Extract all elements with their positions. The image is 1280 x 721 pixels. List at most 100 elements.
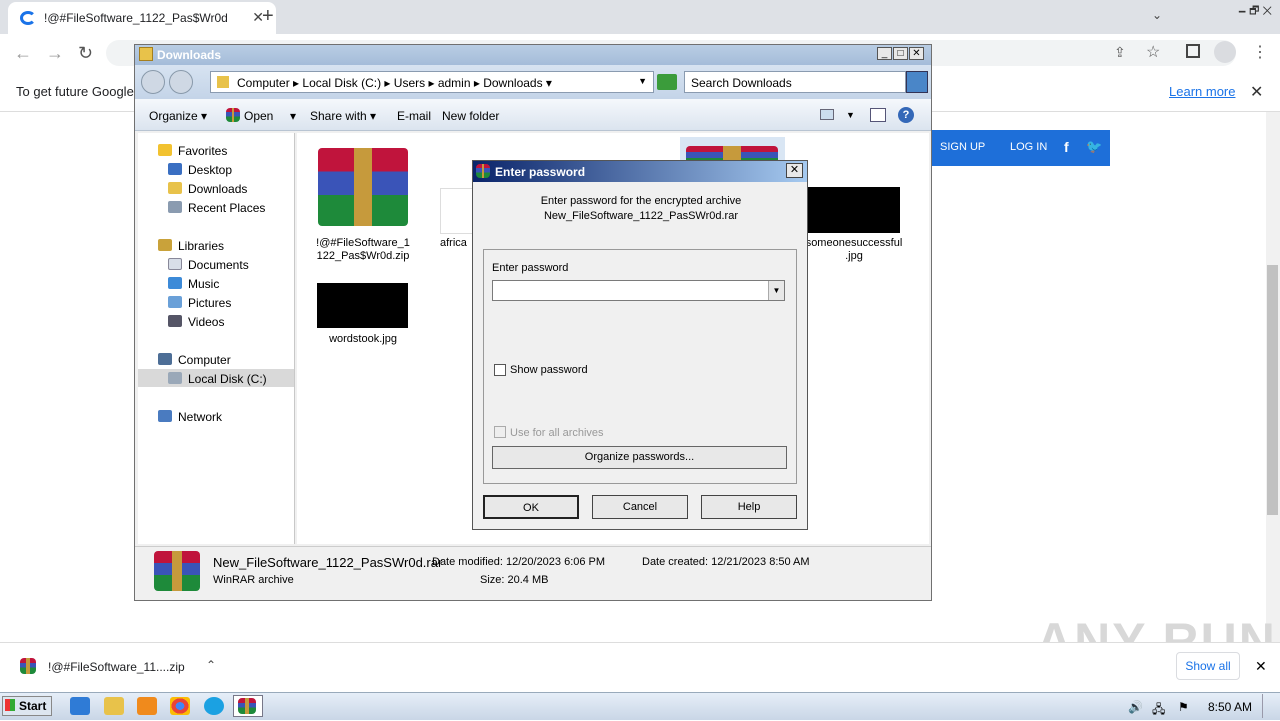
show-all-button[interactable]: Show all [1176,652,1240,680]
organize-menu[interactable]: Organize ▾ [149,109,207,123]
preview-pane-icon[interactable] [870,108,886,122]
twitter-icon[interactable]: 🐦 [1086,139,1102,155]
media-player-icon[interactable] [137,697,157,715]
nav-label: Videos [188,315,225,329]
forward-arrow-icon[interactable]: → [46,43,64,64]
facebook-icon[interactable]: f [1064,139,1069,155]
breadcrumb-item[interactable]: Users [394,76,425,90]
new-folder-button[interactable]: New folder [442,109,499,123]
explorer-search-input[interactable]: Search Downloads [684,71,906,93]
nav-favorites[interactable]: Favorites [158,144,227,158]
browser-tab[interactable]: !@#FileSoftware_1122_Pas$Wr0d ✕ [8,2,276,34]
breadcrumb-item[interactable]: Downloads [483,76,542,90]
winrar-file-icon [154,551,200,591]
show-desktop-button[interactable] [1262,694,1278,718]
tab-search-chevron-icon[interactable]: ⌄ [1152,8,1162,22]
info-bar-close-icon[interactable]: ✕ [1250,82,1263,102]
search-icon[interactable] [906,71,928,93]
file-icon[interactable] [440,188,476,234]
file-label[interactable]: africa [440,237,476,250]
file-label[interactable]: !@#FileSoftware_1 122_Pas$Wr0d.zip [310,237,416,263]
browser-window-controls[interactable]: 🗕 🗗 ✕ [1238,2,1272,21]
nav-label: Libraries [178,239,225,253]
breadcrumb-item[interactable]: admin [438,76,471,90]
download-item-name[interactable]: !@#FileSoftware_11....zip [48,660,185,674]
nav-libraries[interactable]: Libraries [158,239,224,253]
nav-music[interactable]: Music [168,277,219,291]
taskbar-clock[interactable]: 8:50 AM [1208,700,1252,714]
refresh-icon[interactable] [657,74,677,90]
show-password-checkbox[interactable] [494,364,506,376]
download-shelf-close-icon[interactable]: ✕ [1255,658,1267,675]
nav-label: Desktop [188,163,233,177]
help-button[interactable]: Help [701,495,797,519]
taskbar [0,692,1280,720]
dialog-message-line: Enter password for the encrypted archive [540,195,742,207]
chevron-up-icon[interactable]: ⌃ [206,658,216,672]
organize-passwords-button[interactable]: Organize passwords... [492,446,787,469]
log-in-button[interactable]: LOG IN [1010,141,1047,153]
flag-icon[interactable]: ⚑ [1178,700,1189,714]
network-tray-icon[interactable]: 🖧 [1152,700,1165,721]
nav-desktop[interactable]: Desktop [168,163,232,177]
bookmark-star-icon[interactable]: ☆ [1146,42,1160,62]
nav-computer[interactable]: Computer [158,353,231,367]
explorer-address-bar[interactable]: Computer ▸ Local Disk (C:) ▸ Users ▸ adm… [210,71,654,93]
nav-network[interactable]: Network [158,410,222,424]
nav-label: Downloads [188,182,248,196]
image-thumbnail[interactable] [317,283,408,328]
file-label[interactable]: wordstook.jpg [310,333,416,346]
nav-pictures[interactable]: Pictures [168,296,231,310]
forward-button[interactable] [169,70,193,94]
menu-dots-icon[interactable]: ⋮ [1252,42,1268,62]
file-label[interactable]: someonesuccessful .jpg [802,237,906,263]
nav-documents[interactable]: Documents [168,258,249,272]
email-button[interactable]: E-mail [397,109,431,123]
nav-videos[interactable]: Videos [168,315,224,329]
nav-local-disk[interactable]: Local Disk (C:) [168,372,267,386]
learn-more-link[interactable]: Learn more [1169,84,1235,99]
dialog-close-button[interactable]: ✕ [786,163,803,178]
recent-places-icon [168,201,182,213]
edge-icon[interactable] [204,697,224,715]
back-button[interactable] [141,70,165,94]
help-icon[interactable]: ? [898,107,914,123]
view-dropdown-icon[interactable]: ▼ [846,110,855,120]
nav-label: Favorites [178,144,228,158]
back-arrow-icon[interactable]: ← [14,43,32,64]
password-input[interactable] [492,280,785,301]
close-button[interactable]: ✕ [909,47,924,60]
nav-recent-places[interactable]: Recent Places [168,201,265,215]
password-dropdown-icon[interactable]: ▼ [768,281,784,300]
auth-bar: SIGN UP LOG IN f 🐦 [932,130,1110,166]
profile-avatar[interactable] [1214,41,1236,63]
dialog-title-bar[interactable]: Enter password [473,161,807,182]
reload-icon[interactable]: ↻ [78,43,93,64]
internet-explorer-icon[interactable] [70,697,90,715]
view-options-icon[interactable] [820,109,834,120]
nav-label: Documents [188,258,249,272]
open-menu[interactable]: Open ▾ [244,109,296,123]
ok-button[interactable]: OK [483,495,579,519]
breadcrumb-item[interactable]: Local Disk (C:) [302,76,381,90]
breadcrumb-item[interactable]: Computer [237,76,290,90]
address-dropdown-icon[interactable]: ▼ [638,76,647,86]
explorer-title-bar[interactable]: Downloads [135,45,931,65]
chrome-icon[interactable] [170,697,190,715]
maximize-button[interactable]: □ [893,47,908,60]
site-favicon-icon [20,11,36,25]
minimize-button[interactable]: _ [877,47,892,60]
zip-file-icon[interactable] [318,148,408,226]
share-icon[interactable]: ⇪ [1114,44,1126,61]
nav-downloads[interactable]: Downloads [168,182,247,196]
explorer-icon[interactable] [104,697,124,715]
volume-icon[interactable]: 🔊 [1128,700,1143,714]
side-panel-icon[interactable] [1186,44,1200,58]
share-with-menu[interactable]: Share with ▾ [310,109,376,123]
image-thumbnail[interactable] [808,187,900,233]
cancel-button[interactable]: Cancel [592,495,688,519]
star-icon [158,144,172,156]
new-tab-button[interactable]: + [262,5,274,28]
scrollbar-thumb[interactable] [1267,265,1278,515]
sign-up-button[interactable]: SIGN UP [940,141,985,153]
